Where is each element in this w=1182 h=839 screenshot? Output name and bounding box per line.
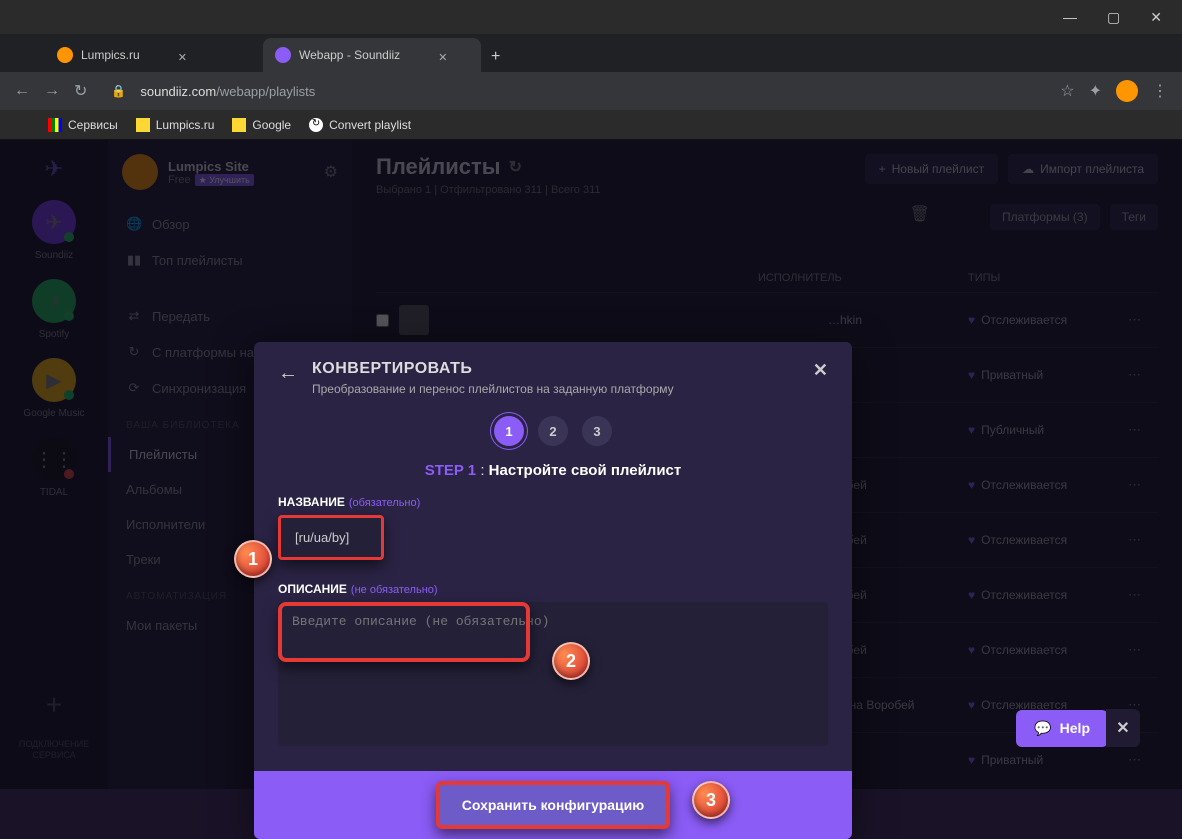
help-button[interactable]: 💬Help: [1016, 710, 1108, 747]
apps-shortcut[interactable]: Сервисы: [48, 118, 118, 132]
field-label-title: НАЗВАНИЕ(обязательно): [278, 495, 828, 509]
tab-label: Webapp - Soundiiz: [299, 48, 400, 62]
close-icon[interactable]: ✕: [813, 360, 828, 381]
browser-tabs: Lumpics.ru ✕ Webapp - Soundiiz ✕ +: [0, 34, 1182, 72]
favicon-icon: [275, 47, 291, 63]
callout-3: 3: [692, 781, 730, 819]
tab-new[interactable]: +: [481, 42, 510, 72]
tab-close-icon[interactable]: ✕: [178, 51, 187, 60]
nav-back-icon[interactable]: ←: [14, 82, 30, 100]
apps-icon: [48, 118, 62, 132]
bookmarks-bar: Сервисы Lumpics.ru Google ↻Convert playl…: [0, 110, 1182, 140]
convert-modal: ← КОНВЕРТИРОВАТЬ Преобразование и перено…: [254, 342, 852, 839]
window-titlebar: — ▢ ✕: [0, 0, 1182, 34]
field-label-desc: ОПИСАНИЕ(не обязательно): [278, 582, 828, 596]
help-widget: 💬Help ✕: [1016, 709, 1140, 747]
window-minimize[interactable]: —: [1063, 9, 1077, 25]
step-3[interactable]: 3: [582, 416, 612, 446]
window-maximize[interactable]: ▢: [1107, 9, 1120, 26]
callout-2: 2: [552, 642, 590, 680]
nav-reload-icon[interactable]: ↻: [74, 81, 87, 101]
step-indicator: 1 2 3: [254, 410, 852, 452]
browser-tab-lumpics[interactable]: Lumpics.ru ✕: [45, 38, 263, 72]
step-2[interactable]: 2: [538, 416, 568, 446]
bookmark-google[interactable]: Google: [232, 118, 291, 132]
folder-icon: [136, 118, 150, 132]
chat-icon: 💬: [1034, 720, 1051, 737]
bookmark-convert[interactable]: ↻Convert playlist: [309, 118, 411, 132]
menu-icon[interactable]: ⋮: [1152, 81, 1168, 101]
modal-title: КОНВЕРТИРОВАТЬ: [312, 360, 813, 378]
browser-tab-soundiiz[interactable]: Webapp - Soundiiz ✕: [263, 38, 481, 72]
title-input[interactable]: [278, 515, 384, 560]
profile-avatar[interactable]: [1116, 80, 1138, 102]
window-close[interactable]: ✕: [1150, 9, 1162, 26]
step-1[interactable]: 1: [494, 416, 524, 446]
tab-close-icon[interactable]: ✕: [438, 51, 447, 60]
help-close-button[interactable]: ✕: [1106, 709, 1140, 747]
favicon-icon: [57, 47, 73, 63]
modal-footer: Сохранить конфигурацию: [254, 771, 852, 839]
extensions-icon[interactable]: ✦: [1089, 81, 1102, 101]
site-icon: ↻: [309, 118, 323, 132]
nav-forward-icon[interactable]: →: [44, 82, 60, 100]
description-textarea[interactable]: [278, 602, 828, 746]
url-display[interactable]: soundiiz.com/webapp/playlists: [140, 84, 1046, 99]
folder-icon: [232, 118, 246, 132]
callout-1: 1: [234, 540, 272, 578]
step-label: STEP 1 : Настройте свой плейлист: [254, 452, 852, 495]
bookmark-lumpics[interactable]: Lumpics.ru: [136, 118, 215, 132]
modal-description: Преобразование и перенос плейлистов на з…: [312, 382, 813, 396]
back-arrow-icon[interactable]: ←: [278, 362, 298, 385]
star-icon[interactable]: ☆: [1060, 81, 1074, 101]
address-bar: ← → ↻ 🔒 soundiiz.com/webapp/playlists ☆ …: [0, 72, 1182, 110]
lock-icon: 🔒: [111, 84, 126, 98]
save-config-button[interactable]: Сохранить конфигурацию: [436, 781, 670, 829]
tab-label: Lumpics.ru: [81, 48, 140, 62]
